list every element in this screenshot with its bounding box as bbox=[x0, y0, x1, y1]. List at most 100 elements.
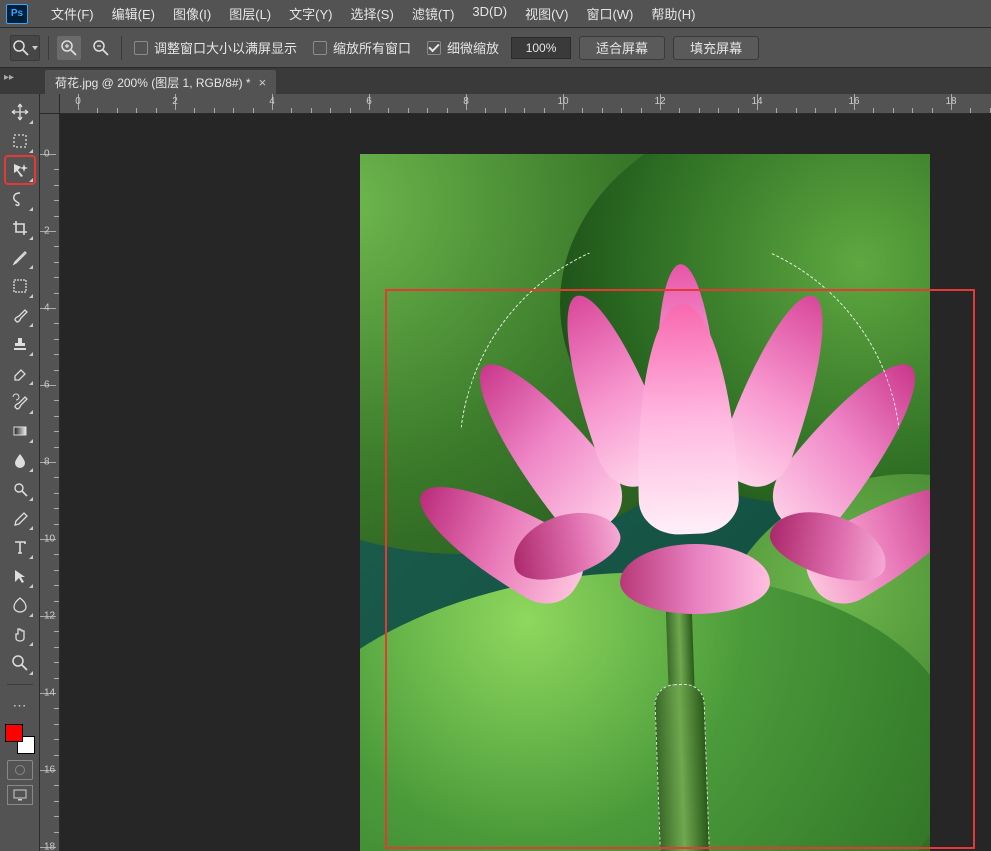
zoom-icon bbox=[11, 654, 29, 672]
ruler-tick-label: 12 bbox=[44, 611, 55, 622]
flyout-indicator-icon bbox=[29, 410, 33, 414]
flyout-indicator-icon bbox=[29, 439, 33, 443]
flyout-indicator-icon bbox=[29, 642, 33, 646]
expand-tabs-icon[interactable]: ▸▸ bbox=[4, 72, 14, 83]
brush-icon bbox=[11, 306, 29, 324]
lasso-icon bbox=[11, 190, 29, 208]
menu-item[interactable]: 帮助(H) bbox=[642, 1, 704, 26]
gradient-tool[interactable] bbox=[5, 417, 35, 445]
mask-icon bbox=[15, 765, 25, 775]
dodge-tool[interactable] bbox=[5, 475, 35, 503]
ruler-tick-label: 10 bbox=[44, 534, 55, 545]
stamp-tool[interactable] bbox=[5, 330, 35, 358]
zoom-out-icon bbox=[92, 39, 110, 57]
zoom-all-windows-checkbox[interactable]: 缩放所有窗口 bbox=[309, 38, 415, 57]
document-tab[interactable]: 荷花.jpg @ 200% (图层 1, RGB/8#) * × bbox=[45, 70, 276, 94]
foreground-color-swatch[interactable] bbox=[5, 724, 23, 742]
historybrush-icon bbox=[11, 393, 29, 411]
shape-icon bbox=[11, 596, 29, 614]
flyout-indicator-icon bbox=[29, 294, 33, 298]
screen-mode-button[interactable] bbox=[7, 785, 33, 805]
menu-item[interactable]: 文件(F) bbox=[42, 1, 103, 26]
ruler-tick-label: 2 bbox=[44, 226, 50, 237]
ruler-tick-label: 6 bbox=[44, 380, 50, 391]
type-tool[interactable] bbox=[5, 533, 35, 561]
ruler-tick-label: 8 bbox=[463, 96, 469, 107]
ruler-origin[interactable] bbox=[40, 94, 60, 114]
dropdown-caret-icon bbox=[32, 45, 38, 51]
flyout-indicator-icon bbox=[29, 236, 33, 240]
pen-tool[interactable] bbox=[5, 504, 35, 532]
ps-logo-icon: Ps bbox=[6, 4, 28, 24]
eyedropper-tool[interactable] bbox=[5, 243, 35, 271]
canvas-viewport[interactable] bbox=[60, 114, 991, 851]
ellipsis-icon: ⋯ bbox=[13, 697, 27, 714]
tool-preset-picker[interactable] bbox=[10, 35, 40, 61]
menu-item[interactable]: 视图(V) bbox=[516, 1, 577, 26]
zoom-out-button[interactable] bbox=[89, 36, 113, 60]
shape-tool[interactable] bbox=[5, 591, 35, 619]
menu-item[interactable]: 文字(Y) bbox=[280, 1, 341, 26]
quick-mask-toggle[interactable] bbox=[7, 760, 33, 780]
checkbox-checked-icon bbox=[427, 41, 441, 55]
ruler-tick-label: 6 bbox=[366, 96, 372, 107]
lasso-tool[interactable] bbox=[5, 185, 35, 213]
stamp-icon bbox=[11, 335, 29, 353]
flyout-indicator-icon bbox=[29, 149, 33, 153]
zoom-percent-field[interactable]: 100% bbox=[511, 37, 571, 59]
ruler-tick-label: 0 bbox=[75, 96, 81, 107]
ruler-tick-label: 12 bbox=[654, 96, 665, 107]
document-tab-title: 荷花.jpg @ 200% (图层 1, RGB/8#) * bbox=[55, 74, 251, 91]
hand-tool[interactable] bbox=[5, 620, 35, 648]
zoom-in-button[interactable] bbox=[57, 36, 81, 60]
ruler-tick-label: 0 bbox=[44, 149, 50, 160]
crop-tool[interactable] bbox=[5, 214, 35, 242]
document-canvas[interactable] bbox=[360, 154, 930, 851]
flyout-indicator-icon bbox=[29, 584, 33, 588]
flyout-indicator-icon bbox=[29, 381, 33, 385]
ruler-tick-label: 14 bbox=[44, 688, 55, 699]
eraser-tool[interactable] bbox=[5, 359, 35, 387]
menu-item[interactable]: 滤镜(T) bbox=[403, 1, 464, 26]
quick-selection-tool[interactable] bbox=[5, 156, 35, 184]
zoom-tool[interactable] bbox=[5, 649, 35, 677]
vertical-ruler[interactable]: 024681012141618 bbox=[40, 114, 60, 851]
zoom-icon bbox=[12, 39, 30, 57]
brush-tool[interactable] bbox=[5, 301, 35, 329]
zoom-in-icon bbox=[60, 39, 78, 57]
move-tool[interactable] bbox=[5, 98, 35, 126]
eraser-icon bbox=[11, 364, 29, 382]
flyout-indicator-icon bbox=[29, 468, 33, 472]
menu-item[interactable]: 窗口(W) bbox=[577, 1, 642, 26]
work-area: ⋯ 024681012141618 024681012141618 bbox=[0, 94, 991, 851]
ruler-tick-label: 18 bbox=[44, 842, 55, 851]
ruler-tick-label: 16 bbox=[848, 96, 859, 107]
blur-icon bbox=[11, 451, 29, 469]
menu-item[interactable]: 选择(S) bbox=[341, 1, 402, 26]
type-icon bbox=[11, 538, 29, 556]
flyout-indicator-icon bbox=[29, 120, 33, 124]
fill-screen-label: 填充屏幕 bbox=[690, 38, 742, 57]
eyedropper-icon bbox=[11, 248, 29, 266]
menu-item[interactable]: 图像(I) bbox=[164, 1, 220, 26]
fill-screen-button[interactable]: 填充屏幕 bbox=[673, 36, 759, 60]
resize-window-checkbox[interactable]: 调整窗口大小以满屏显示 bbox=[130, 38, 301, 57]
menu-item[interactable]: 编辑(E) bbox=[103, 1, 164, 26]
blur-tool[interactable] bbox=[5, 446, 35, 474]
color-swatches[interactable] bbox=[5, 724, 35, 754]
menu-item[interactable]: 3D(D) bbox=[463, 1, 516, 26]
menu-item[interactable]: 图层(L) bbox=[220, 1, 280, 26]
frame-icon bbox=[11, 277, 29, 295]
edit-toolbar-button[interactable]: ⋯ bbox=[5, 691, 35, 719]
magic-select-icon bbox=[11, 161, 29, 179]
horizontal-ruler[interactable]: 024681012141618 bbox=[60, 94, 991, 114]
scrubby-zoom-checkbox[interactable]: 细微缩放 bbox=[423, 38, 503, 57]
menu-bar: Ps 文件(F)编辑(E)图像(I)图层(L)文字(Y)选择(S)滤镜(T)3D… bbox=[0, 0, 991, 28]
path-selection-tool[interactable] bbox=[5, 562, 35, 590]
marquee-tool[interactable] bbox=[5, 127, 35, 155]
close-tab-icon[interactable]: × bbox=[259, 75, 267, 90]
history-brush-tool[interactable] bbox=[5, 388, 35, 416]
pathselect-icon bbox=[11, 567, 29, 585]
frame-tool[interactable] bbox=[5, 272, 35, 300]
fit-screen-button[interactable]: 适合屏幕 bbox=[579, 36, 665, 60]
